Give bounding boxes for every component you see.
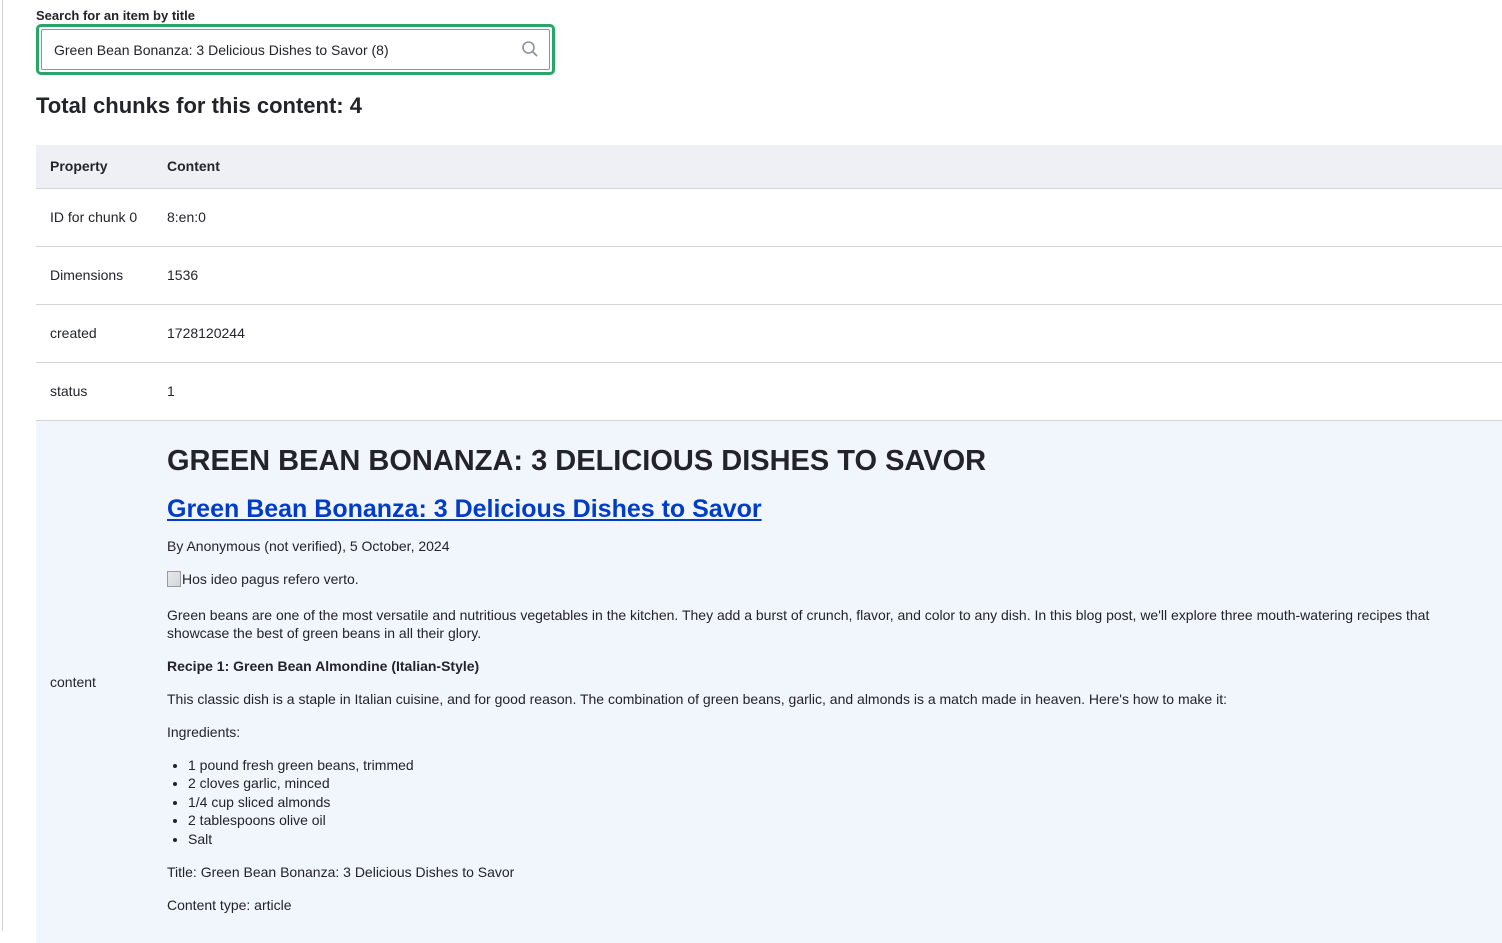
header-property: Property bbox=[36, 145, 153, 188]
content-cell: 8:en:0 bbox=[153, 187, 1502, 246]
list-item: 1/4 cup sliced almonds bbox=[188, 793, 1488, 812]
search-form: Search for an item by title bbox=[36, 8, 555, 75]
header-content: Content bbox=[153, 145, 1502, 188]
list-item: 2 cloves garlic, minced bbox=[188, 774, 1488, 793]
content-cell: 1 bbox=[153, 361, 1502, 420]
table-header-row: Property Content bbox=[36, 145, 1502, 188]
table-row: status 1 bbox=[36, 361, 1502, 420]
search-focus-ring bbox=[36, 24, 555, 75]
search-input[interactable] bbox=[42, 30, 549, 69]
recipe-description: This classic dish is a staple in Italian… bbox=[167, 690, 1227, 707]
article-intro: Green beans are one of the most versatil… bbox=[167, 606, 1430, 641]
search-icon[interactable] bbox=[520, 39, 540, 59]
table-row: ID for chunk 0 8:en:0 bbox=[36, 187, 1502, 246]
article-title: Green Bean Bonanza: 3 Delicious Dishes t… bbox=[167, 493, 1488, 525]
content-cell: 1536 bbox=[153, 245, 1502, 304]
content-cell: 1728120244 bbox=[153, 303, 1502, 362]
image-alt-text: Hos ideo pagus refero verto. bbox=[182, 570, 359, 587]
ingredients-label: Ingredients: bbox=[167, 723, 241, 740]
table-row: created 1728120244 bbox=[36, 303, 1502, 362]
broken-image-icon bbox=[167, 570, 181, 587]
property-cell: created bbox=[36, 303, 153, 362]
list-item: 1 pound fresh green beans, trimmed bbox=[188, 756, 1488, 775]
article-byline: By Anonymous (not verified), 5 October, … bbox=[167, 537, 450, 554]
table-row: Dimensions 1536 bbox=[36, 245, 1502, 304]
meta-content-type: Content type: article bbox=[167, 897, 292, 913]
property-cell: status bbox=[36, 361, 153, 420]
search-field bbox=[41, 29, 550, 70]
recipe-title-text: Recipe 1: Green Bean Almondine (Italian-… bbox=[167, 657, 480, 674]
property-cell: content bbox=[36, 419, 153, 943]
list-item: Salt bbox=[188, 830, 1488, 849]
broken-image: Hos ideo pagus refero verto. bbox=[167, 570, 359, 588]
ingredients-list: 1 pound fresh green beans, trimmed 2 clo… bbox=[167, 756, 1488, 849]
article-content: GREEN BEAN BONANZA: 3 DELICIOUS DISHES T… bbox=[153, 419, 1502, 943]
article-image: Hos ideo pagus refero verto. bbox=[167, 570, 1488, 591]
article-heading: GREEN BEAN BONANZA: 3 DELICIOUS DISHES T… bbox=[167, 444, 987, 477]
total-chunks-heading: Total chunks for this content: 4 bbox=[36, 93, 362, 118]
meta-title: Title: Green Bean Bonanza: 3 Delicious D… bbox=[167, 864, 515, 880]
left-border bbox=[2, 0, 3, 931]
article-title-link[interactable]: Green Bean Bonanza: 3 Delicious Dishes t… bbox=[167, 495, 762, 523]
search-label: Search for an item by title bbox=[36, 8, 195, 23]
property-cell: ID for chunk 0 bbox=[36, 187, 153, 246]
table-row-content: content GREEN BEAN BONANZA: 3 DELICIOUS … bbox=[36, 419, 1502, 943]
list-item: 2 tablespoons olive oil bbox=[188, 811, 1488, 830]
property-cell: Dimensions bbox=[36, 245, 153, 304]
recipe-title: Recipe 1: Green Bean Almondine (Italian-… bbox=[167, 657, 1488, 675]
chunks-table: Property Content ID for chunk 0 8:en:0 D… bbox=[36, 145, 1502, 943]
